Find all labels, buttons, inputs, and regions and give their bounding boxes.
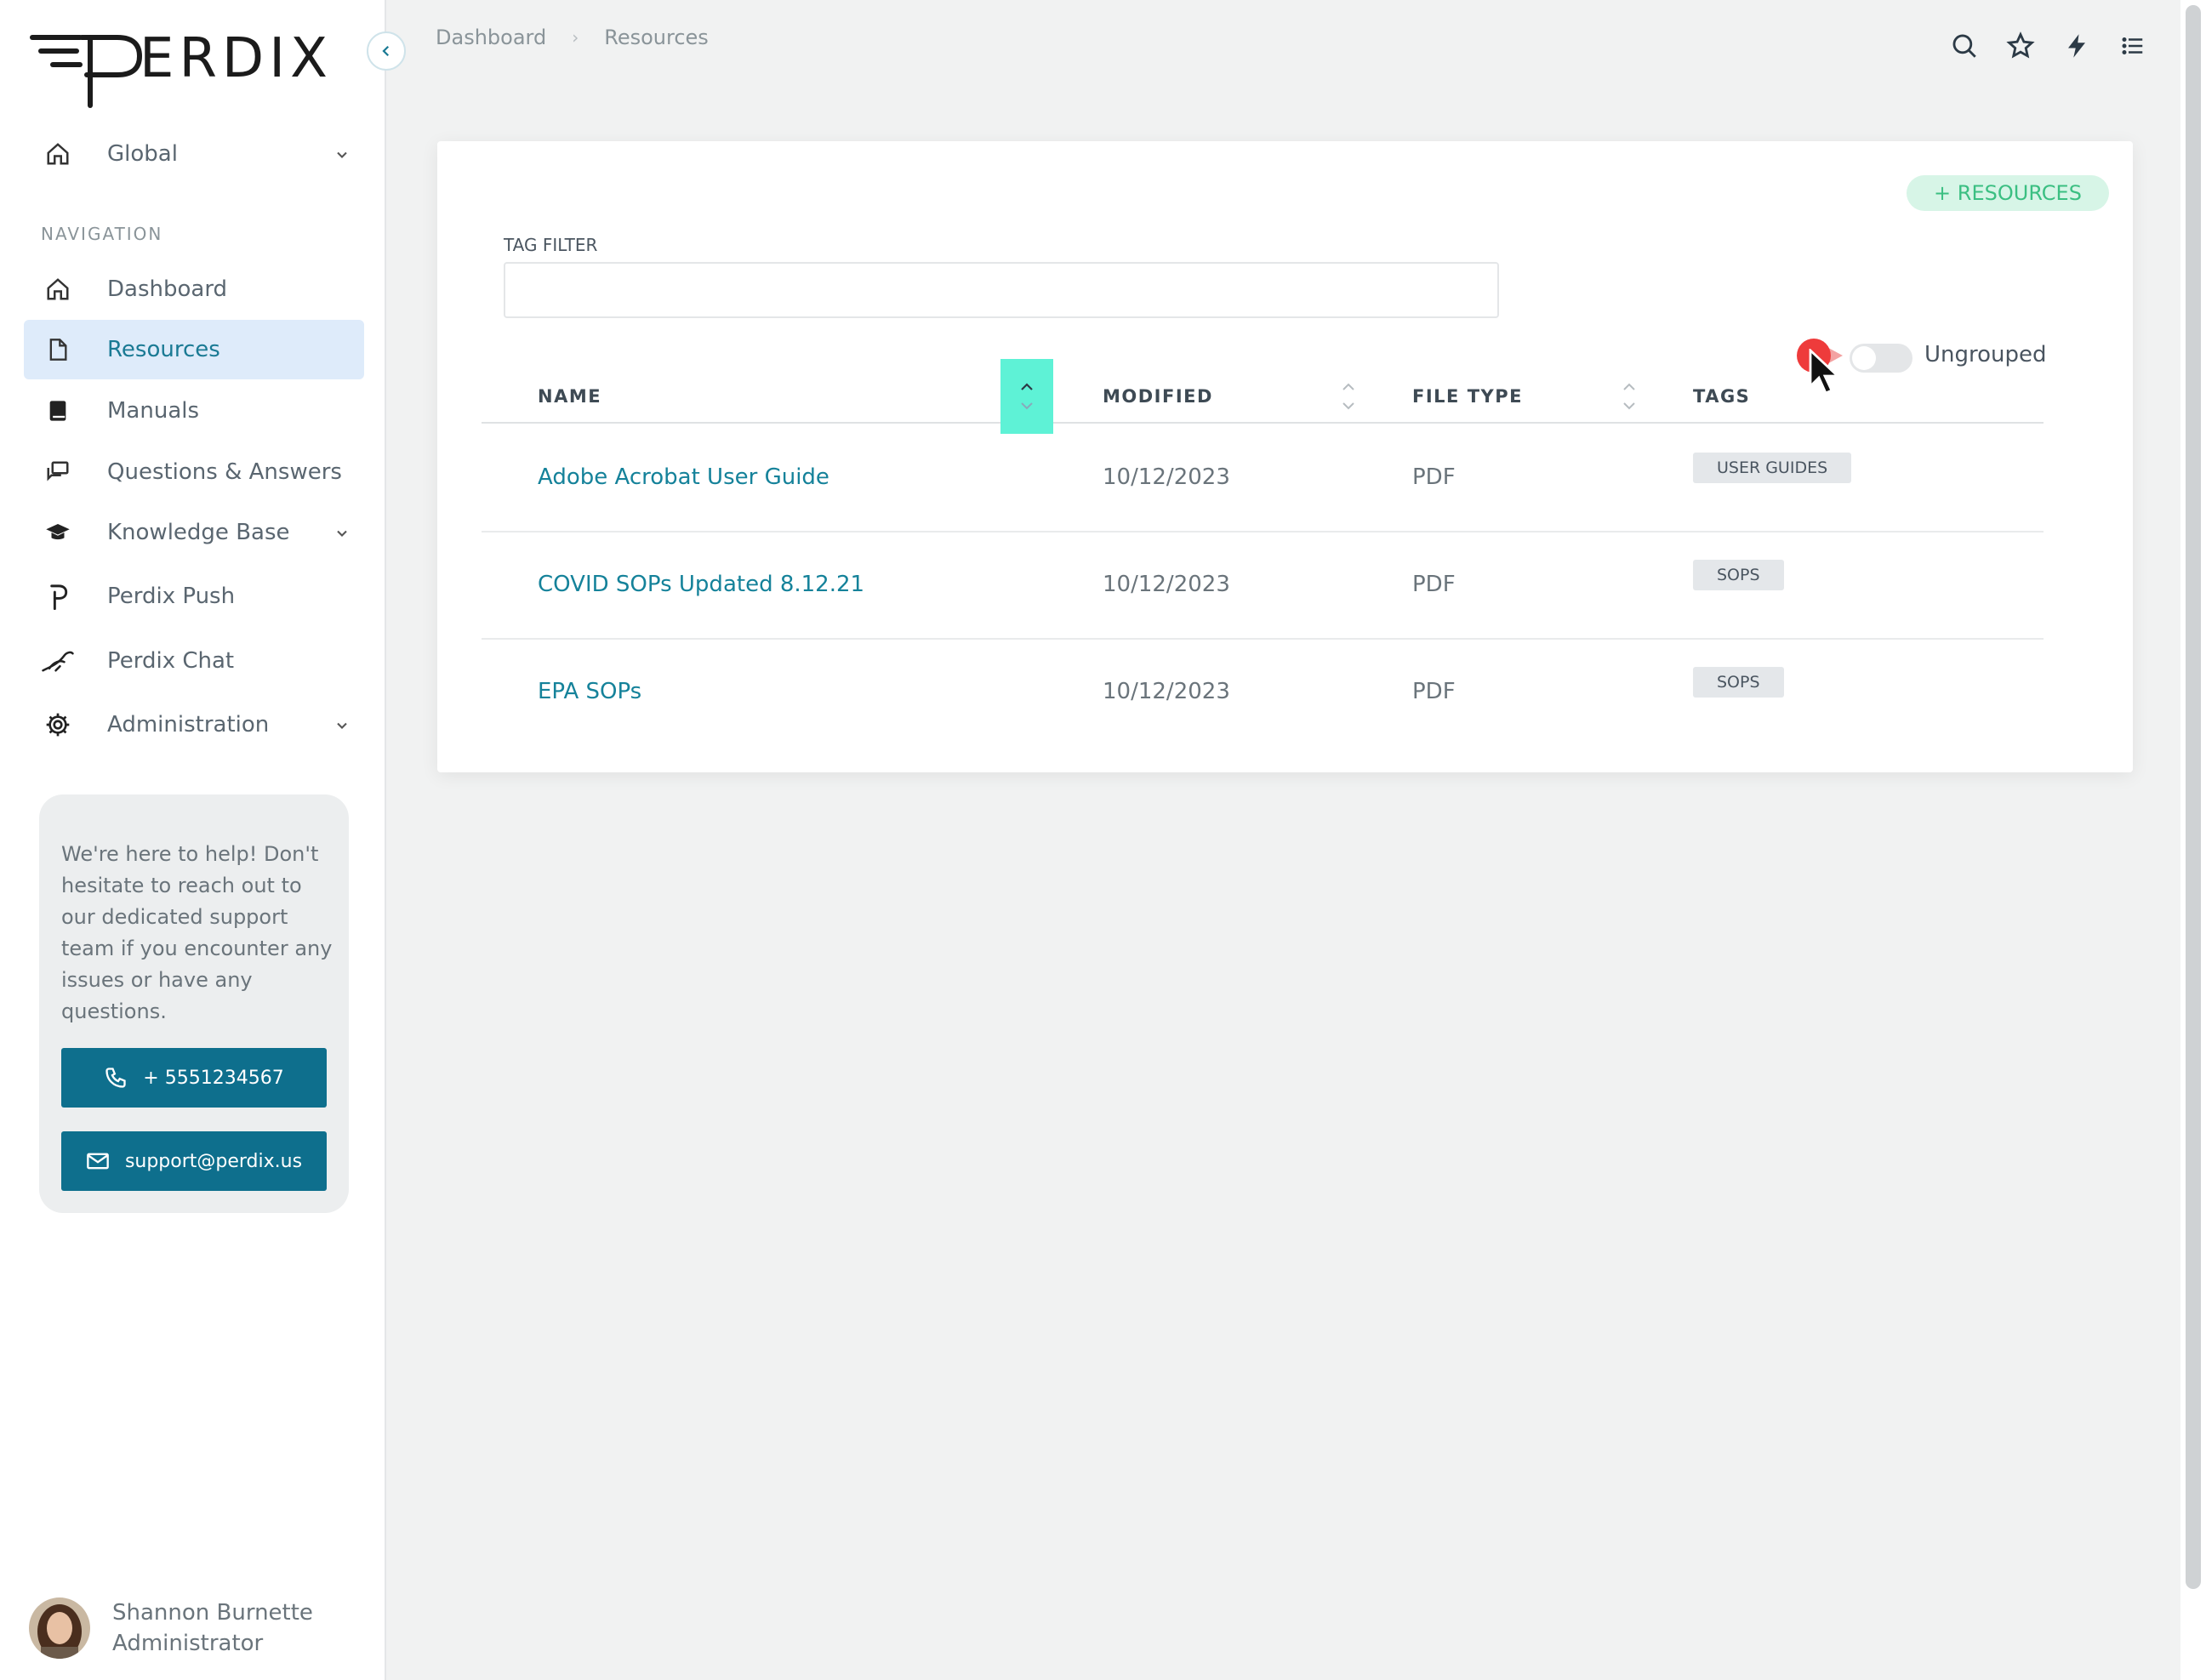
resource-modified: 10/12/2023 [1103, 464, 1230, 490]
column-header-name[interactable]: NAME [538, 371, 601, 422]
sort-modified-button[interactable] [1336, 371, 1361, 422]
top-toolbar [1925, 29, 2150, 63]
star-icon[interactable] [2004, 29, 2038, 63]
sidebar-item-questions-answers[interactable]: Questions & Answers [24, 442, 364, 502]
resource-file-type: PDF [1412, 679, 1456, 704]
sort-name-button[interactable] [1000, 359, 1053, 434]
resource-modified: 10/12/2023 [1103, 572, 1230, 597]
perdix-p-icon [41, 579, 75, 613]
sidebar-item-label: Administration [107, 712, 270, 737]
perdix-logo[interactable]: ERDIX [29, 26, 361, 114]
sidebar-item-perdix-chat[interactable]: Perdix Chat [24, 631, 364, 691]
sidebar-item-label: Perdix Push [107, 584, 236, 609]
phone-icon [105, 1068, 126, 1088]
sidebar-item-label: Questions & Answers [107, 459, 342, 485]
column-header-file-type[interactable]: FILE TYPE [1412, 371, 1523, 422]
breadcrumb-dashboard[interactable]: Dashboard [436, 26, 546, 49]
sort-down-icon [1021, 402, 1033, 410]
bird-icon [41, 644, 75, 678]
svg-text:ERDIX: ERDIX [140, 27, 333, 90]
chevron-left-icon [382, 45, 390, 57]
support-text: We're here to help! Don't hesitate to re… [61, 842, 333, 1023]
sort-up-icon [1623, 383, 1635, 390]
column-header-tags: TAGS [1693, 386, 1751, 407]
phone-button[interactable]: + 5551234567 [61, 1048, 327, 1108]
user-role: Administrator [112, 1631, 264, 1656]
sidebar-item-administration[interactable]: Administration [24, 695, 364, 755]
table-row: EPA SOPs 10/12/2023 PDF SOPS [482, 638, 2044, 745]
toggle-label: Ungrouped [1924, 342, 2047, 367]
sort-down-icon [1342, 402, 1354, 410]
user-name: Shannon Burnette [112, 1600, 313, 1626]
scope-selector[interactable]: Global [24, 124, 364, 184]
sidebar-item-knowledge-base[interactable]: Knowledge Base [24, 503, 364, 562]
sidebar-item-label: Resources [107, 337, 220, 362]
chevron-down-icon [333, 715, 351, 740]
sort-up-icon [1342, 383, 1354, 390]
home-icon [41, 272, 75, 306]
phone-label: + 5551234567 [143, 1067, 284, 1089]
scrollbar-thumb[interactable] [2186, 5, 2201, 1589]
ungrouped-toggle[interactable] [1850, 344, 1912, 373]
avatar [29, 1597, 90, 1659]
mail-icon [87, 1153, 109, 1170]
user-profile[interactable]: Shannon Burnette Administrator [29, 1597, 313, 1659]
breadcrumb: Dashboard › Resources [436, 26, 709, 49]
sort-file-type-button[interactable] [1616, 371, 1642, 422]
chat-icon [41, 455, 75, 489]
gear-icon [41, 708, 75, 742]
book-icon [41, 394, 75, 428]
collapse-sidebar-button[interactable] [367, 31, 406, 71]
column-header-modified[interactable]: MODIFIED [1103, 371, 1213, 422]
search-icon[interactable] [1947, 29, 1981, 63]
file-icon [41, 333, 75, 367]
resource-name-link[interactable]: Adobe Acrobat User Guide [538, 424, 829, 531]
sort-down-icon [1623, 402, 1635, 410]
tag-badge[interactable]: SOPS [1693, 667, 1784, 698]
support-card: We're here to help! Don't hesitate to re… [39, 794, 349, 1213]
table-row: COVID SOPs Updated 8.12.21 10/12/2023 PD… [482, 531, 2044, 640]
scope-label: Global [107, 141, 178, 167]
nav-heading: NAVIGATION [41, 224, 163, 244]
sidebar-item-label: Dashboard [107, 276, 228, 302]
chevron-down-icon [333, 144, 351, 169]
resource-file-type: PDF [1412, 464, 1456, 490]
table-row: Adobe Acrobat User Guide 10/12/2023 PDF … [482, 424, 2044, 532]
resource-name-link[interactable]: EPA SOPs [538, 638, 641, 745]
tag-badge[interactable]: USER GUIDES [1693, 453, 1852, 483]
sort-up-icon [1021, 383, 1033, 390]
breadcrumb-separator-icon: › [572, 27, 579, 48]
email-button[interactable]: support@perdix.us [61, 1131, 327, 1191]
sidebar: ERDIX Global NAVIGATION Dashboard Resour… [0, 0, 386, 1680]
resource-modified: 10/12/2023 [1103, 679, 1230, 704]
sidebar-item-label: Manuals [107, 398, 200, 424]
sidebar-item-label: Knowledge Base [107, 520, 290, 545]
sidebar-item-resources[interactable]: Resources [24, 320, 364, 379]
add-resources-button[interactable]: + RESOURCES [1907, 175, 2109, 211]
lightning-icon[interactable] [2060, 29, 2094, 63]
sidebar-item-dashboard[interactable]: Dashboard [24, 259, 364, 319]
tag-filter-input[interactable] [504, 262, 1499, 318]
table-header: NAME MODIFIED FILE TYPE TAGS [482, 359, 2044, 434]
tag-badge[interactable]: SOPS [1693, 560, 1784, 590]
email-label: support@perdix.us [124, 1150, 303, 1172]
sidebar-item-label: Perdix Chat [107, 648, 235, 674]
resource-file-type: PDF [1412, 572, 1456, 597]
home-icon [41, 137, 75, 171]
graduation-cap-icon [41, 515, 75, 550]
sidebar-item-perdix-push[interactable]: Perdix Push [24, 567, 364, 626]
vertical-scrollbar[interactable] [2180, 0, 2206, 1680]
toggle-knob [1852, 346, 1876, 370]
resources-card: + RESOURCES TAG FILTER Ungrouped NAME MO… [437, 141, 2133, 772]
tag-filter-label: TAG FILTER [504, 235, 598, 255]
sidebar-item-manuals[interactable]: Manuals [24, 381, 364, 441]
chevron-down-icon [333, 522, 351, 548]
list-icon[interactable] [2116, 29, 2150, 63]
breadcrumb-resources: Resources [604, 26, 709, 49]
resource-name-link[interactable]: COVID SOPs Updated 8.12.21 [538, 531, 864, 638]
